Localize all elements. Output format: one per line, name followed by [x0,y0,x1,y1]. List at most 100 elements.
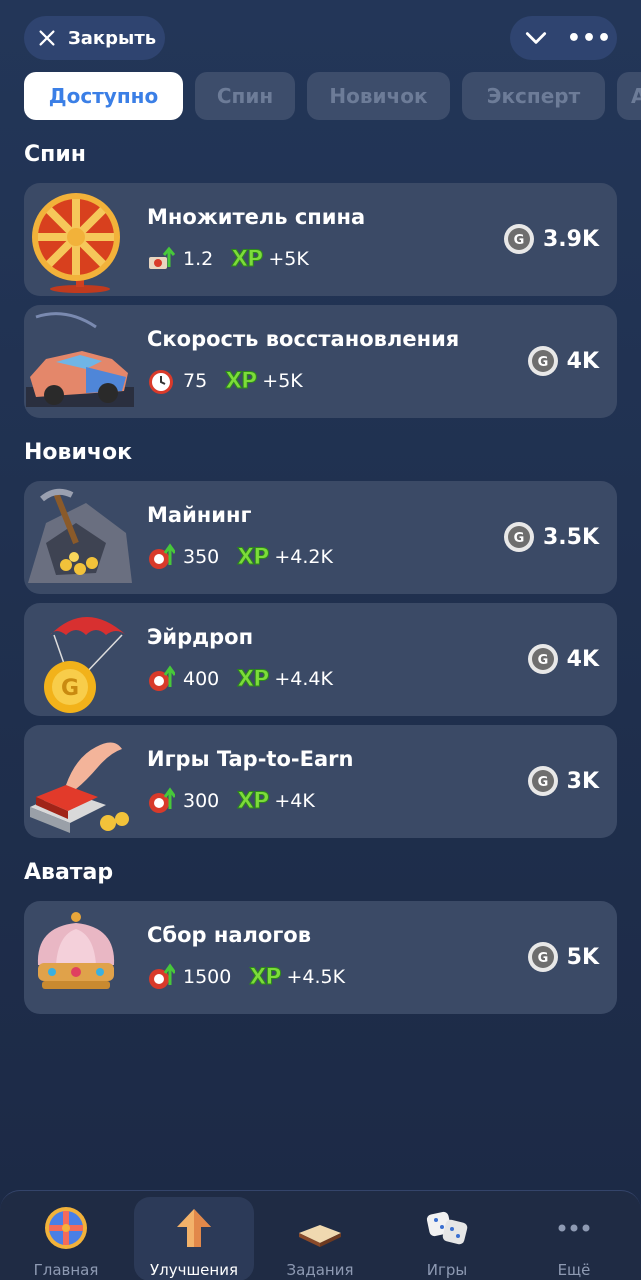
tab-expert[interactable]: Эксперт [462,72,605,120]
card-title: Скорость восстановления [147,327,460,351]
chevron-down-icon [525,32,547,44]
svg-text:G: G [537,653,548,668]
xp-icon: XP [225,368,258,394]
close-button[interactable]: Закрыть [24,16,165,60]
card-stats: 75 XP +5K [147,367,303,395]
price-value: 3.5K [542,524,599,550]
fortune-wheel-image [32,193,120,293]
xp-value: +5K [268,248,309,270]
multiplier-icon [149,246,175,269]
xp-icon: XP [237,666,270,692]
nav-item-upgrades[interactable]: Улучшения [134,1197,254,1280]
card-title: Эйрдроп [147,625,254,649]
stat-value: 400 [183,668,220,690]
nav-item-more[interactable]: Ещё [514,1197,634,1280]
price-value: 3.9K [542,226,599,252]
xp-value: +4.4K [274,668,333,690]
tap-button-image [30,742,129,833]
price-value: 3K [566,768,599,794]
card-stats: 1500 XP +4.5K [147,963,345,991]
xp-value: +5K [262,370,303,392]
stat-value: 350 [183,546,220,568]
close-icon [39,30,55,46]
tab-available[interactable]: Доступно [24,72,183,120]
chip-up-icon [149,787,175,813]
card-title: Майнинг [147,503,252,527]
svg-text:G: G [537,951,548,966]
section-title-newbie: Новичок [24,440,133,465]
nav-label: Главная [33,1261,99,1279]
chip-up-icon [149,543,175,569]
upgrade-card[interactable]: Множитель спина 1.2 XP +5K G 3.9K [24,183,617,296]
card-stats: 400 XP +4.4K [147,665,333,693]
price: G 3.5K [503,521,599,553]
tab-spin[interactable]: Спин [195,72,295,120]
alarm-clock-icon [149,370,173,394]
coin-icon: G [527,346,558,376]
card-title: Сбор налогов [147,923,312,947]
upgrade-card[interactable]: Скорость восстановления 75 XP +5K G 4K [24,305,617,418]
coin-icon: G [527,644,558,674]
mining-image [28,488,132,583]
upgrade-card[interactable]: G Эйрдроп 400 XP +4.4K G 4K [24,603,617,716]
price-value: 4K [566,348,599,374]
xp-value: +4.2K [274,546,333,568]
coin-icon: G [503,224,534,254]
price: G 3.9K [503,223,599,255]
wheel-icon [45,1207,87,1249]
nav-item-home[interactable]: Главная [6,1197,126,1280]
svg-text:G: G [537,355,548,370]
bottom-navigation: Главная Улучшения Задания Игры Ещё [0,1190,641,1280]
card-stats: 350 XP +4.2K [147,543,333,571]
coin-icon: G [527,766,558,796]
card-stats: 300 XP +4K [147,787,315,815]
more-menu-button[interactable]: ••• [562,26,617,51]
more-dots-icon [558,1224,590,1232]
price-value: 5K [566,944,599,970]
nav-label: Задания [286,1261,354,1279]
tab-avatar[interactable]: А [617,72,641,120]
card-title: Множитель спина [147,205,366,229]
xp-value: +4.5K [286,966,346,988]
section-title-spin: Спин [24,142,86,167]
nav-item-tasks[interactable]: Задания [260,1197,380,1280]
collapse-button[interactable] [510,25,562,51]
xp-icon: XP [231,246,264,272]
svg-text:G: G [514,233,525,248]
coin-icon: G [527,942,558,972]
xp-icon: XP [249,964,282,990]
stat-value: 75 [183,370,208,392]
price: G 4K [527,643,599,675]
xp-value: +4K [274,790,315,812]
nav-item-games[interactable]: Игры [387,1197,507,1280]
section-title-avatar: Аватар [24,860,114,885]
chip-up-icon [149,665,175,691]
price: G 5K [527,941,599,973]
price: G 3K [527,765,599,797]
stat-value: 300 [183,790,220,812]
upgrade-arrow-icon [177,1209,211,1247]
race-car-image [26,312,134,407]
stat-value: 1.2 [183,248,214,270]
nav-label: Улучшения [149,1261,238,1279]
book-icon [299,1225,341,1247]
airdrop-image: G [44,617,126,713]
upgrade-card[interactable]: Игры Tap-to-Earn 300 XP +4K G 3K [24,725,617,838]
close-label: Закрыть [68,27,157,49]
stat-value: 1500 [183,966,232,988]
nav-label: Ещё [557,1261,591,1279]
menu-pill: ••• [510,16,617,60]
crown-image [37,912,115,989]
card-title: Игры Tap-to-Earn [147,747,354,771]
chip-up-icon [149,963,175,989]
dice-icon [426,1211,468,1245]
top-bar: Закрыть ••• [24,16,617,60]
tab-newbie[interactable]: Новичок [307,72,450,120]
more-dots-icon: ••• [566,25,613,51]
upgrade-card[interactable]: Сбор налогов 1500 XP +4.5K G 5K [24,901,617,1014]
card-stats: 1.2 XP +5K [147,245,309,273]
svg-text:G: G [537,775,548,790]
upgrade-card[interactable]: Майнинг 350 XP +4.2K G 3.5K [24,481,617,594]
svg-text:G: G [61,676,79,701]
price-value: 4K [566,646,599,672]
